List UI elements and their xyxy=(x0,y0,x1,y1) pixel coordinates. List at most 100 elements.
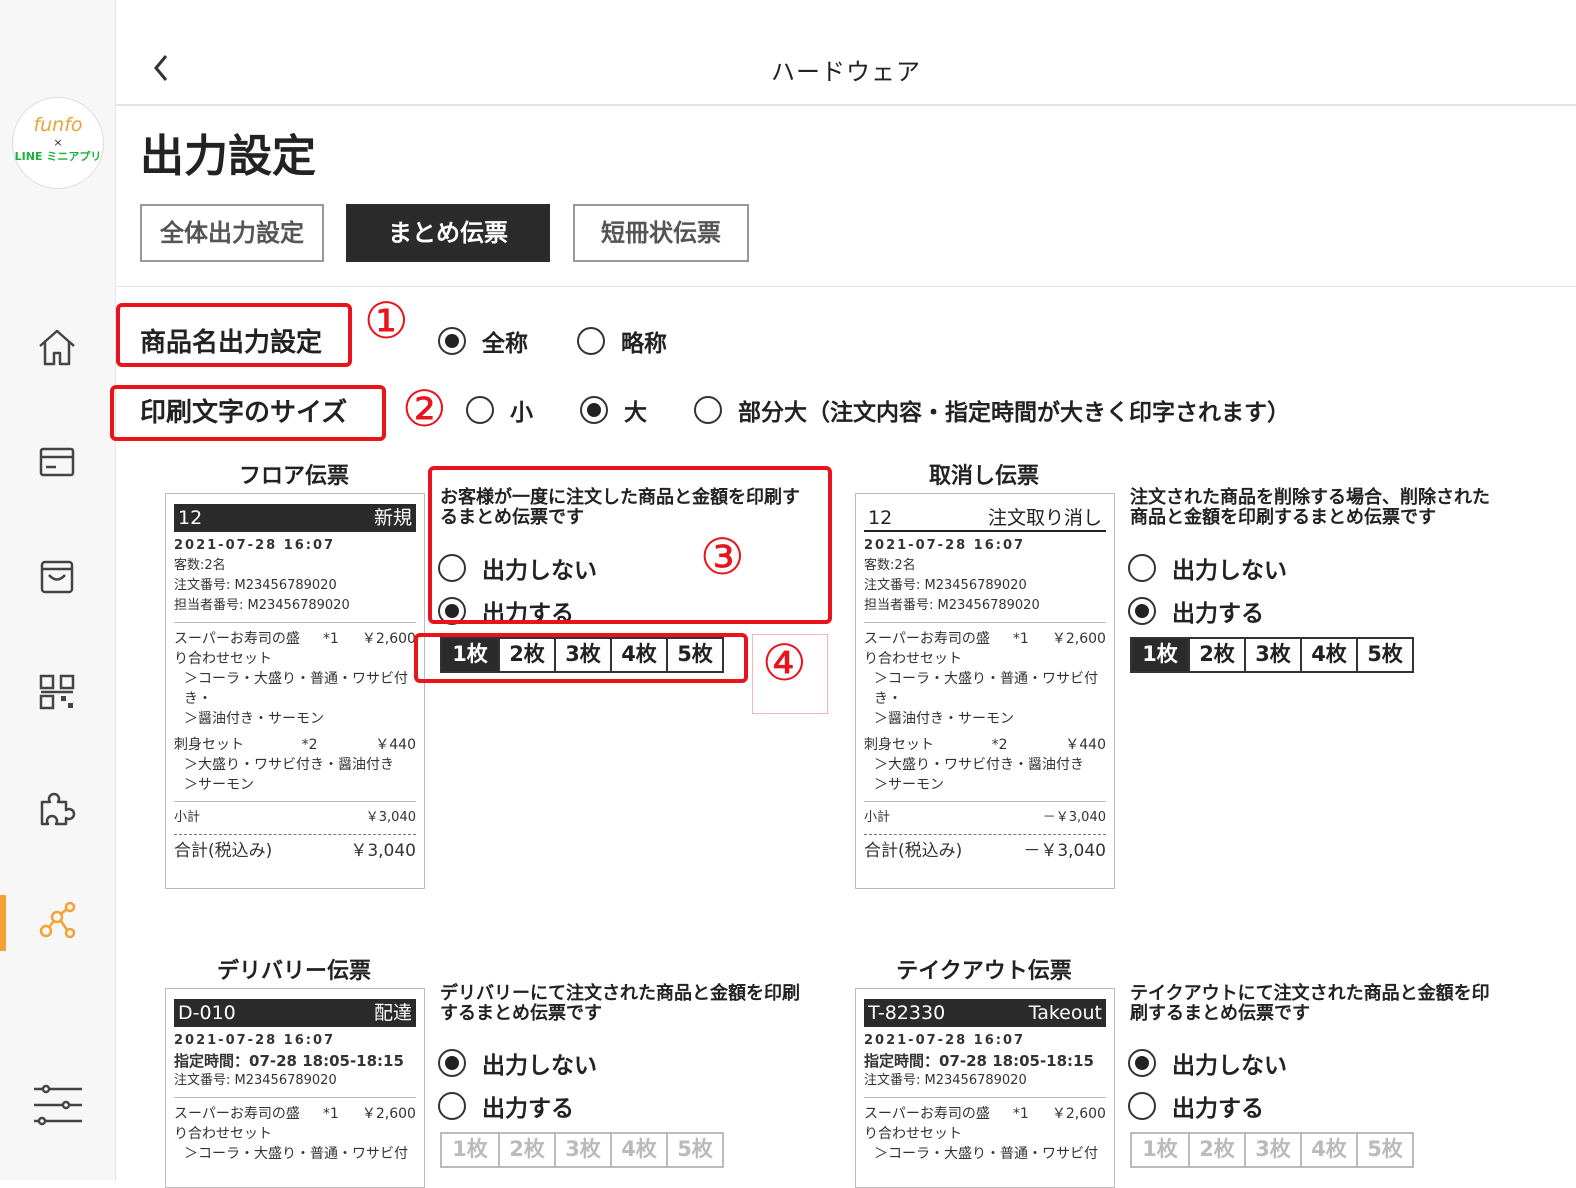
receipt-scheduled-time: 指定時間：07-28 18:05-18:15 xyxy=(864,1051,1106,1071)
receipt-date: 2021-07-28 16:07 xyxy=(864,536,1106,556)
basket-icon[interactable] xyxy=(32,552,82,602)
copies-option-3[interactable]: 3枚 xyxy=(1244,1134,1300,1166)
item-qty: *1 xyxy=(1013,1104,1029,1124)
receipt-separator xyxy=(864,1097,1106,1098)
radio-indicator xyxy=(466,396,494,424)
cancel-copies-selector: 1枚2枚3枚4枚5枚 xyxy=(1130,637,1414,673)
sliders-icon[interactable] xyxy=(32,1080,82,1130)
item-option: ＞コーラ・大盛り・普通・ワサビ付 xyxy=(174,1144,416,1164)
copies-option-5[interactable]: 5枚 xyxy=(666,1134,722,1166)
radio-full-name[interactable]: 全称 xyxy=(438,324,528,358)
copies-option-3[interactable]: 3枚 xyxy=(554,1134,610,1166)
takeout-radio-no-output[interactable]: 出力しない xyxy=(1128,1046,1287,1080)
receipt-date: 2021-07-28 16:07 xyxy=(864,1031,1106,1051)
radio-size-large[interactable]: 大 xyxy=(580,393,647,427)
copies-option-4[interactable]: 4枚 xyxy=(1300,1134,1356,1166)
radio-indicator xyxy=(438,327,466,355)
copies-option-2[interactable]: 2枚 xyxy=(1188,1134,1244,1166)
card-icon[interactable] xyxy=(32,437,82,487)
subtotal-value: ￥3,040 xyxy=(366,808,416,828)
receipt-scheduled-time: 指定時間：07-28 18:05-18:15 xyxy=(174,1051,416,1071)
item-price: ￥440 xyxy=(375,735,416,755)
network-icon[interactable] xyxy=(32,897,82,947)
tab-strip-slip[interactable]: 短冊状伝票 xyxy=(573,204,749,262)
description-line: テイクアウトにて注文された商品と金額を印 xyxy=(1130,984,1530,1004)
annotation-box-2 xyxy=(110,385,386,441)
copies-option-3[interactable]: 3枚 xyxy=(1244,639,1300,671)
delivery-radio-output[interactable]: 出力する xyxy=(438,1089,574,1123)
qr-code-icon[interactable] xyxy=(32,667,82,717)
item-option: き・ xyxy=(174,689,416,709)
cancel-slip-title: 取消し伝票 xyxy=(854,458,1114,490)
home-icon[interactable] xyxy=(32,322,82,372)
radio-indicator xyxy=(580,396,608,424)
receipt-tag: 注文取り消し xyxy=(988,504,1102,530)
receipt-item: 刺身セット*2￥440 xyxy=(864,735,1106,755)
item-qty: *1 xyxy=(1013,629,1029,649)
item-name: スーパーお寿司の盛 xyxy=(174,1104,300,1124)
item-price: ￥2,600 xyxy=(1052,1104,1106,1124)
copies-option-5[interactable]: 5枚 xyxy=(1356,1134,1412,1166)
radio-label: 略称 xyxy=(621,324,667,358)
item-name: スーパーお寿司の盛 xyxy=(864,629,990,649)
floor-slip-title: フロア伝票 xyxy=(164,458,424,490)
copies-option-4[interactable]: 4枚 xyxy=(610,1134,666,1166)
receipt-tag: Takeout xyxy=(1029,999,1102,1027)
delivery-radio-no-output[interactable]: 出力しない xyxy=(438,1046,597,1080)
receipt-separator xyxy=(174,834,416,835)
delivery-description: デリバリーにて注文された商品と金額を印刷するまとめ伝票です xyxy=(440,984,830,1024)
item-option: ＞サーモン xyxy=(174,775,416,795)
receipt-date: 2021-07-28 16:07 xyxy=(174,1031,416,1051)
receipt-separator xyxy=(864,622,1106,623)
tab-overall-output[interactable]: 全体出力設定 xyxy=(140,204,324,262)
copies-option-2[interactable]: 2枚 xyxy=(1188,639,1244,671)
item-option: ＞大盛り・ワサビ付き・醤油付き xyxy=(174,755,416,775)
receipt-item: 刺身セット*2￥440 xyxy=(174,735,416,755)
copies-option-1[interactable]: 1枚 xyxy=(442,1134,498,1166)
radio-abbreviation[interactable]: 略称 xyxy=(577,324,667,358)
receipt-header: D-010配達 xyxy=(174,999,416,1027)
cancel-radio-no-output[interactable]: 出力しない xyxy=(1128,551,1287,585)
receipt-guests: 客数:2名 xyxy=(174,556,416,576)
radio-size-partial[interactable]: 部分大（注文内容・指定時間が大きく印字されます） xyxy=(694,393,1290,427)
puzzle-icon[interactable] xyxy=(32,782,82,832)
total-label: 合計(税込み) xyxy=(174,841,272,861)
total-value: －￥3,040 xyxy=(1023,841,1106,861)
copies-option-4[interactable]: 4枚 xyxy=(1300,639,1356,671)
item-option: ＞サーモン xyxy=(864,775,1106,795)
receipt-number: T-82330 xyxy=(868,999,945,1027)
item-name-cont: り合わせセット xyxy=(864,1124,1106,1144)
receipt-order-no: 注文番号: M23456789020 xyxy=(174,576,416,596)
receipt-separator xyxy=(864,834,1106,835)
radio-indicator xyxy=(1128,597,1156,625)
radio-indicator xyxy=(577,327,605,355)
takeout-radio-output[interactable]: 出力する xyxy=(1128,1089,1264,1123)
radio-size-small[interactable]: 小 xyxy=(466,393,533,427)
item-name-cont: り合わせセット xyxy=(174,649,416,669)
copies-option-2[interactable]: 2枚 xyxy=(498,1134,554,1166)
tab-summary-slip[interactable]: まとめ伝票 xyxy=(346,204,550,262)
copies-option-1[interactable]: 1枚 xyxy=(1132,1134,1188,1166)
receipt-total: 合計(税込み)－￥3,040 xyxy=(864,841,1106,861)
annotation-number-2: ② xyxy=(402,384,447,434)
divider xyxy=(116,286,1576,287)
receipt-staff-no: 担当者番号: M23456789020 xyxy=(864,596,1106,616)
delivery-copies-selector: 1枚2枚3枚4枚5枚 xyxy=(440,1132,724,1168)
radio-label: 出力しない xyxy=(1172,1046,1287,1080)
radio-label: 出力する xyxy=(482,1089,574,1123)
item-price: ￥2,600 xyxy=(362,1104,416,1124)
radio-label: 部分大（注文内容・指定時間が大きく印字されます） xyxy=(738,393,1290,427)
copies-option-1[interactable]: 1枚 xyxy=(1132,639,1188,671)
brand-logo: funfo × LINE ミニアプリ xyxy=(12,97,104,189)
receipt-guests: 客数:2名 xyxy=(864,556,1106,576)
receipt-item: スーパーお寿司の盛*1￥2,600 xyxy=(174,629,416,649)
cancel-radio-output[interactable]: 出力する xyxy=(1128,594,1264,628)
radio-indicator xyxy=(1128,1049,1156,1077)
copies-option-5[interactable]: 5枚 xyxy=(1356,639,1412,671)
item-option: ＞コーラ・大盛り・普通・ワサビ付 xyxy=(864,1144,1106,1164)
item-name-cont: り合わせセット xyxy=(174,1124,416,1144)
receipt-item: スーパーお寿司の盛*1￥2,600 xyxy=(864,1104,1106,1124)
annotation-number-3: ③ xyxy=(700,532,745,582)
takeout-receipt-preview: T-82330 Takeout 2021-07-28 16:07 指定時間：07-… xyxy=(855,988,1115,1188)
annotation-number-4: ④ xyxy=(762,638,807,688)
